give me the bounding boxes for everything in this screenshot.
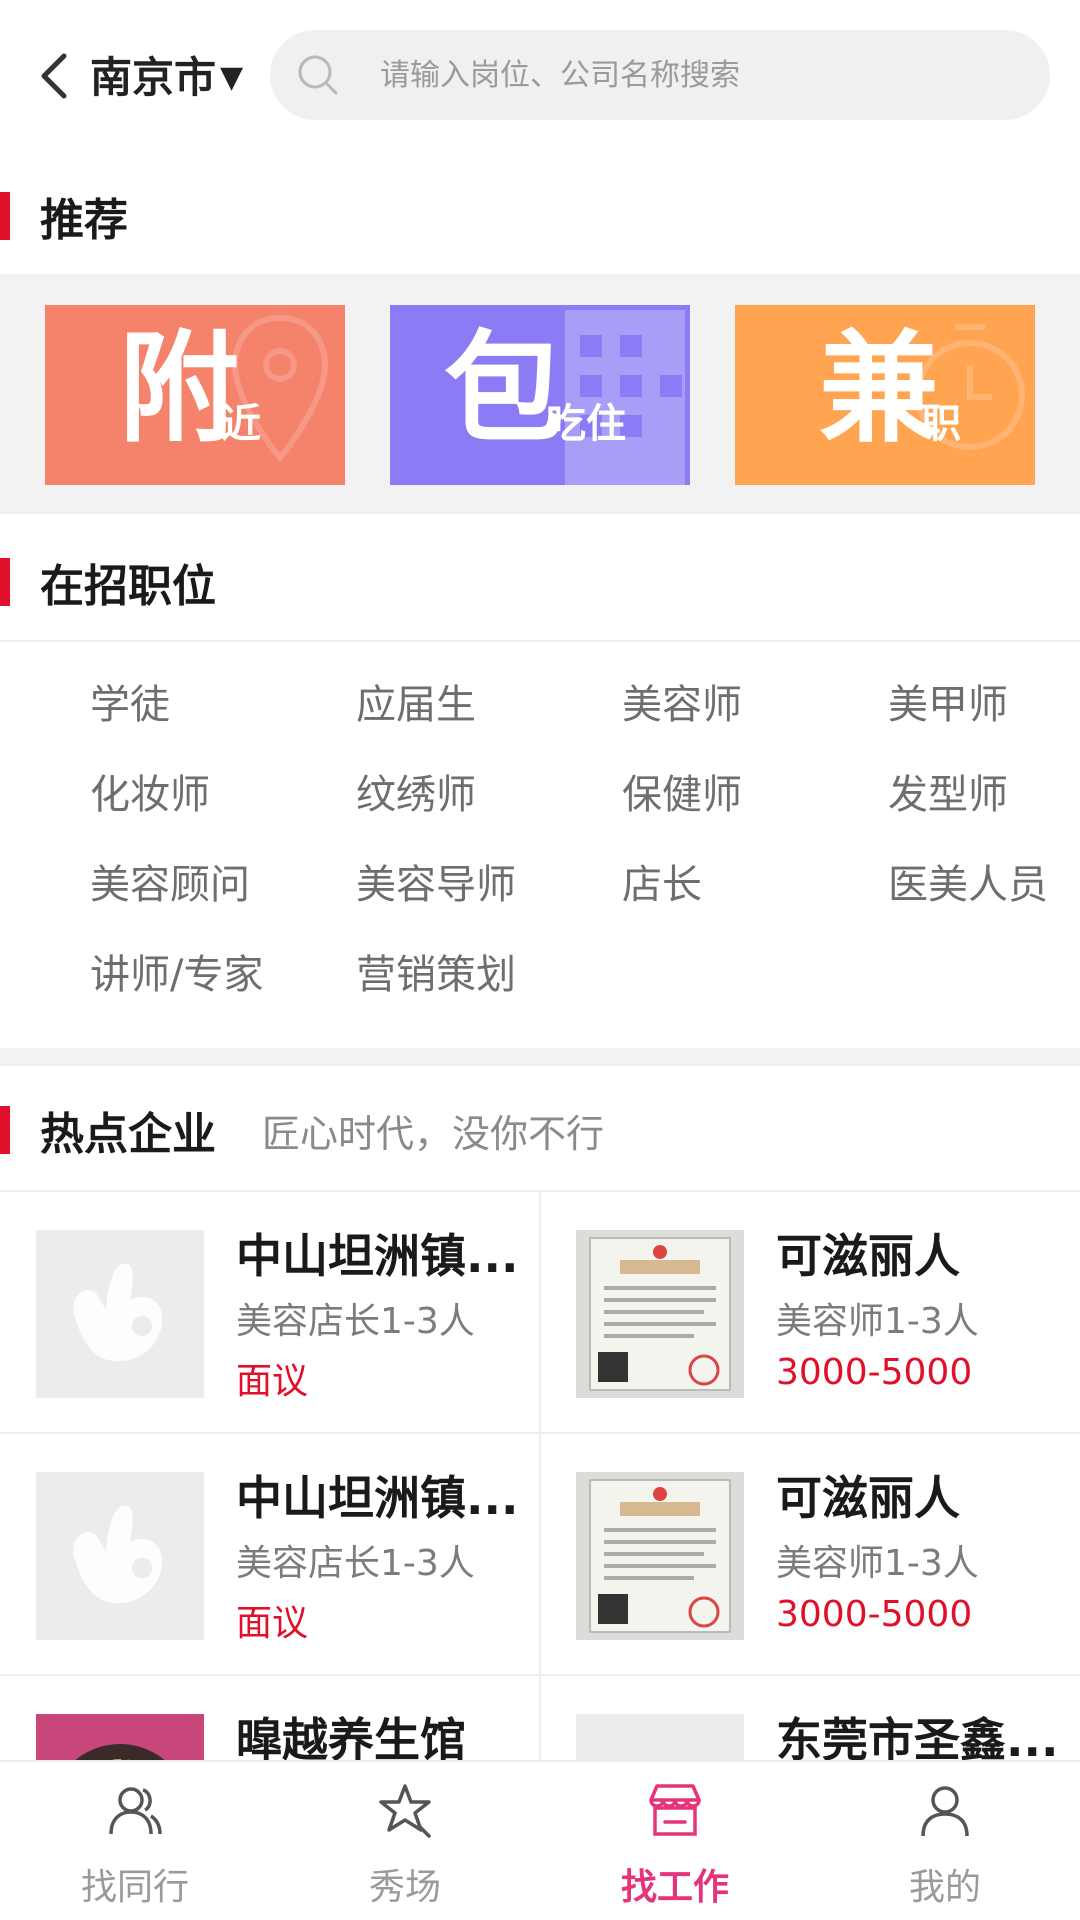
position-tag[interactable]: 营销策划 [356,930,516,1020]
position-tag[interactable]: 学徒 [90,660,170,750]
tab-mine[interactable]: 我的 [810,1762,1080,1920]
search-input[interactable] [380,57,980,93]
recommend-section-title: 推荐 [0,186,128,246]
company-card[interactable]: 中山坦洲镇... 美容店长1-3人 面议 [0,1192,540,1432]
recommend-card-parttime[interactable]: 兼 职 [735,305,1035,485]
recommend-card-nearby[interactable]: 附 近 [45,305,345,485]
business-license-image [576,1230,744,1398]
tab-label: 我的 [908,1867,981,1908]
tab-find-job[interactable]: 找工作 [540,1762,810,1920]
position-tag[interactable]: 应届生 [356,660,476,750]
section-accent-bar [0,1106,10,1154]
recommend-card-board[interactable]: 包 吃住 [390,305,690,485]
city-selector[interactable]: 南京市 ▼ [90,50,243,106]
shop-icon [649,1784,701,1836]
companies-subtitle: 匠心时代，没你不行 [262,1111,605,1156]
people-icon [109,1787,162,1835]
company-role: 美容师1-3人 [776,1301,979,1342]
position-tag[interactable]: 美容导师 [356,840,516,930]
company-salary: 面议 [236,1361,309,1402]
top-bar: 南京市 ▼ [0,0,1080,150]
company-card[interactable]: 可滋丽人 美容师1-3人 3000-5000 [540,1434,1080,1674]
company-logo-placeholder [36,1472,204,1640]
company-logo-placeholder [36,1230,204,1398]
dropdown-triangle-icon: ▼ [220,60,244,95]
business-license-image [576,1472,744,1640]
companies-section-title: 热点企业 匠心时代，没你不行 [0,1100,604,1160]
position-tag[interactable]: 店长 [622,840,702,930]
tab-find-peers[interactable]: 找同行 [0,1762,270,1920]
section-accent-bar [0,192,10,240]
search-bar[interactable] [270,30,1050,120]
card-small-text: 吃住 [546,401,626,447]
bottom-tab-bar: 找同行 秀场 找工作 我的 [0,1760,1080,1920]
card-small-text: 近 [221,401,261,447]
card-small-text: 职 [921,401,961,447]
back-arrow-icon[interactable] [36,48,76,104]
tab-label: 找工作 [620,1867,729,1908]
company-salary: 3000-5000 [776,1352,973,1393]
city-label: 南京市 [90,53,217,102]
position-tag[interactable]: 美容顾问 [90,840,250,930]
divider-line [0,640,1080,642]
position-tag[interactable]: 发型师 [888,750,1008,840]
positions-section-title: 在招职位 [0,552,216,612]
company-salary: 面议 [236,1603,309,1644]
company-name: 中山坦洲镇... [236,1471,519,1525]
position-tag[interactable]: 讲师/专家 [90,930,263,1020]
company-name: 可滋丽人 [776,1471,960,1525]
position-tag[interactable]: 医美人员 [888,840,1048,930]
tab-label: 找同行 [80,1867,189,1908]
position-tag[interactable]: 保健师 [622,750,742,840]
star-icon [379,1784,431,1838]
company-name: 中山坦洲镇... [236,1229,519,1283]
company-card[interactable]: 中山坦洲镇... 美容店长1-3人 面议 [0,1434,540,1674]
tab-showcase[interactable]: 秀场 [270,1762,540,1920]
company-name: 可滋丽人 [776,1229,960,1283]
positions-title: 在招职位 [40,561,216,612]
position-tag[interactable]: 化妆师 [90,750,210,840]
company-role: 美容店长1-3人 [236,1543,475,1584]
tab-label: 秀场 [368,1867,441,1908]
company-role: 美容店长1-3人 [236,1301,475,1342]
hand-ok-icon [73,1505,163,1604]
companies-title: 热点企业 [40,1109,216,1160]
position-tag[interactable]: 美容师 [622,660,742,750]
company-role: 美容师1-3人 [776,1543,979,1584]
section-accent-bar [0,558,10,606]
position-tag[interactable]: 美甲师 [888,660,1008,750]
recommend-title: 推荐 [40,195,128,246]
section-divider [0,1048,1080,1066]
company-salary: 3000-5000 [776,1594,973,1635]
search-icon [298,55,338,95]
license-doc-icon [589,1237,731,1391]
position-tag[interactable]: 纹绣师 [356,750,476,840]
person-icon [921,1786,969,1837]
company-card[interactable]: 可滋丽人 美容师1-3人 3000-5000 [540,1192,1080,1432]
license-doc-icon [589,1479,731,1633]
hand-ok-icon [73,1263,163,1362]
